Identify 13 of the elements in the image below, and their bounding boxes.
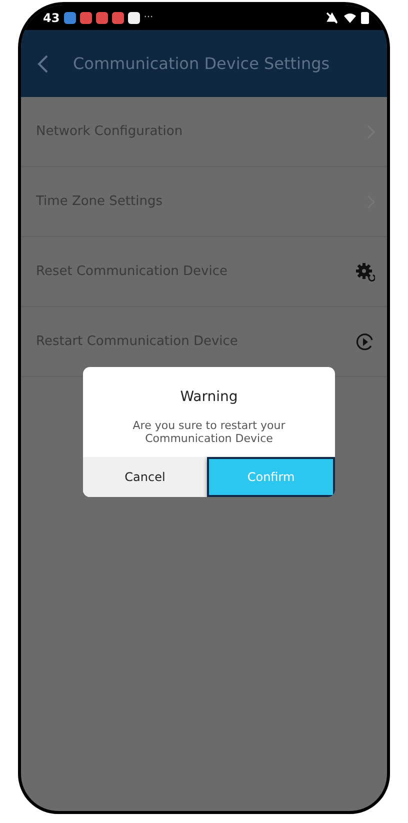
more-notifications: ··· <box>144 12 154 23</box>
restart-icon <box>355 332 375 352</box>
battery-icon <box>361 12 369 24</box>
back-icon[interactable] <box>37 54 49 74</box>
page-title: Communication Device Settings <box>73 54 330 73</box>
dialog-button[interactable]: Cancel <box>83 457 207 498</box>
dialog-title: Warning <box>180 389 238 405</box>
mute-icon <box>325 12 339 24</box>
dialog-button[interactable]: Confirm <box>207 457 335 498</box>
dialog-message: Are you sure to restart your Communication Device <box>132 419 286 446</box>
status-time: 43 <box>43 10 60 24</box>
wifi-icon <box>343 12 357 24</box>
gear-icon <box>355 262 375 282</box>
